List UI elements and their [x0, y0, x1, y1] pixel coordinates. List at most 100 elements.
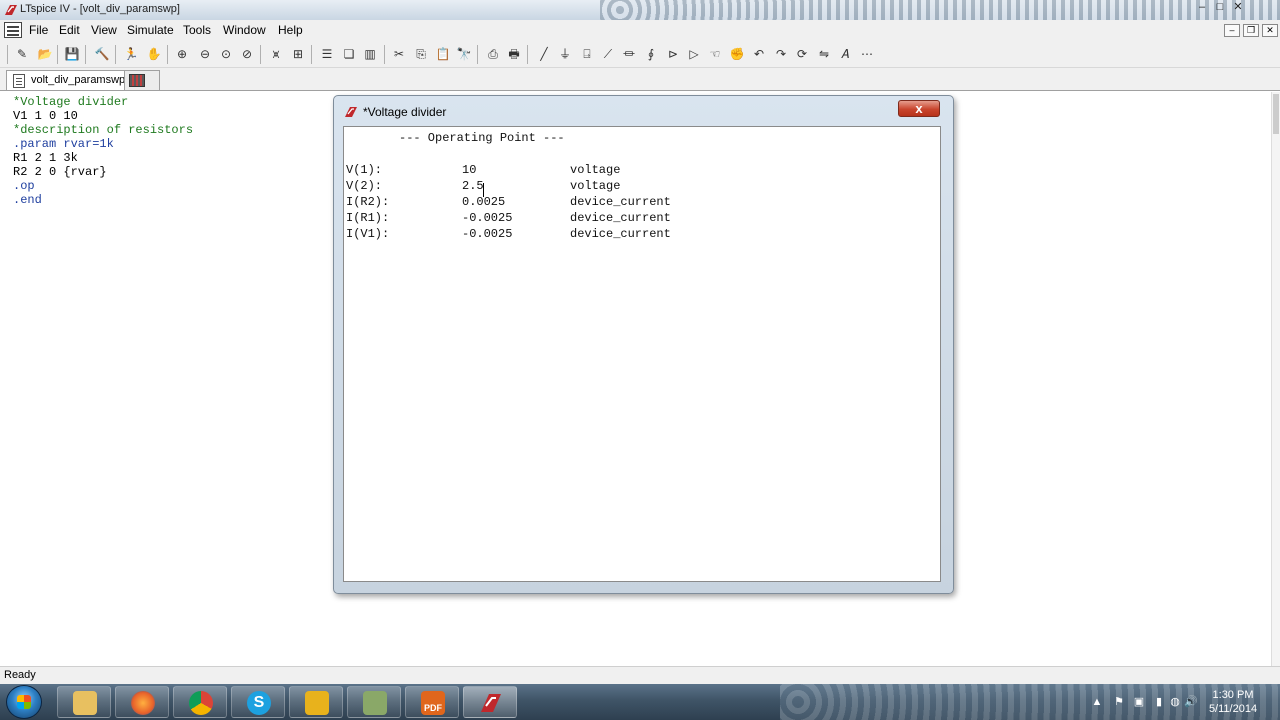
- toolbar-separator: [167, 45, 168, 64]
- output-window-close-button[interactable]: x: [898, 100, 940, 117]
- netlist-line: *Voltage divider: [13, 95, 129, 109]
- mdi-minimize-button[interactable]: –: [1224, 24, 1240, 37]
- zoom-cancel-icon[interactable]: ⊘: [238, 45, 256, 63]
- tile-horizontal-icon[interactable]: ☰: [318, 45, 336, 63]
- tile-vertical-icon[interactable]: ▥: [361, 45, 379, 63]
- toolbar-separator: [384, 45, 385, 64]
- find-icon[interactable]: 🔭: [455, 45, 473, 63]
- status-bar: Ready: [0, 666, 1280, 684]
- menu-view[interactable]: View: [91, 23, 117, 37]
- battery-icon[interactable]: ▮: [1152, 695, 1166, 709]
- op-row-value: 10: [462, 163, 477, 177]
- taskbar-ltspice[interactable]: [463, 686, 517, 718]
- show-hidden-icons-icon[interactable]: ▲: [1090, 695, 1104, 709]
- document-menu-icon[interactable]: [4, 22, 22, 38]
- component-icon[interactable]: ▷: [685, 45, 703, 63]
- minimize-button[interactable]: –: [1194, 1, 1210, 15]
- operating-point-text[interactable]: --- Operating Point --- V(1): 10 voltage…: [343, 126, 941, 582]
- flag-icon[interactable]: ⚑: [1112, 695, 1126, 709]
- vertical-scrollbar[interactable]: [1271, 92, 1280, 666]
- firefox-icon: [131, 691, 155, 715]
- ltspice-logo-icon: [481, 694, 501, 712]
- text-cursor: [483, 183, 484, 197]
- zoom-out-icon[interactable]: ⊖: [196, 45, 214, 63]
- menu-simulate[interactable]: Simulate: [127, 23, 174, 37]
- taskbar-firefox[interactable]: [115, 686, 169, 718]
- menu-tools[interactable]: Tools: [183, 23, 211, 37]
- menu-file[interactable]: File: [29, 23, 48, 37]
- ltspice-logo-icon: [345, 107, 357, 117]
- halt-icon[interactable]: ✋: [145, 45, 163, 63]
- print-preview-icon[interactable]: ⎙: [484, 45, 502, 63]
- redo-icon[interactable]: ↷: [772, 45, 790, 63]
- ground-icon[interactable]: ⏚: [556, 45, 574, 63]
- menu-help[interactable]: Help: [278, 23, 303, 37]
- op-row-value: 2.5: [462, 179, 484, 193]
- close-button[interactable]: ✕: [1230, 1, 1246, 15]
- taskbar-explorer[interactable]: [57, 686, 111, 718]
- inductor-icon[interactable]: ∮: [642, 45, 660, 63]
- autorange-icon[interactable]: ⩙: [267, 45, 285, 63]
- wire-icon[interactable]: ╱: [535, 45, 553, 63]
- tab-plot[interactable]: [124, 70, 160, 90]
- document-tab-bar: volt_div_paramswp: [0, 68, 1280, 91]
- taskbar-app-yellow[interactable]: [289, 686, 343, 718]
- run-icon[interactable]: 🏃: [122, 45, 140, 63]
- resistor-icon[interactable]: ⏛: [620, 45, 638, 63]
- toolbar-separator: [311, 45, 312, 64]
- op-row-name: I(V1):: [346, 227, 390, 241]
- copy-icon[interactable]: ⎘: [412, 45, 430, 63]
- move-icon[interactable]: ☜: [706, 45, 724, 63]
- op-row-name: I(R2):: [346, 195, 390, 209]
- zoom-in-icon[interactable]: ⊕: [173, 45, 191, 63]
- book-icon: [363, 691, 387, 715]
- volume-icon[interactable]: 🔊: [1184, 695, 1198, 709]
- menu-edit[interactable]: Edit: [59, 23, 80, 37]
- mdi-close-button[interactable]: ✕: [1262, 24, 1278, 37]
- netlist-line: R2 2 0 {rvar}: [13, 165, 107, 179]
- menu-window[interactable]: Window: [223, 23, 266, 37]
- maximize-button[interactable]: □: [1212, 1, 1228, 15]
- control-panel-icon[interactable]: 🔨: [93, 45, 111, 63]
- open-schematic-icon[interactable]: ✎: [13, 45, 31, 63]
- cut-icon[interactable]: ✂: [390, 45, 408, 63]
- print-icon[interactable]: 🖶: [505, 45, 523, 63]
- taskbar-chrome[interactable]: [173, 686, 227, 718]
- menu-bar: File Edit View Simulate Tools Window Hel…: [0, 20, 1280, 41]
- toolbar-separator: [85, 45, 86, 64]
- text-icon[interactable]: 𝐴: [836, 45, 854, 63]
- taskbar-skype[interactable]: S: [231, 686, 285, 718]
- rotate-icon[interactable]: ⟳: [793, 45, 811, 63]
- puzzle-icon: [305, 691, 329, 715]
- undo-icon[interactable]: ↶: [750, 45, 768, 63]
- clock-date: 5/11/2014: [1208, 703, 1258, 715]
- paste-icon[interactable]: 📋: [434, 45, 452, 63]
- network-icon[interactable]: ◍: [1168, 695, 1182, 709]
- capacitor-icon[interactable]: ⟋: [599, 45, 617, 63]
- start-button[interactable]: [6, 685, 42, 719]
- diode-icon[interactable]: ⊳: [664, 45, 682, 63]
- autoscale-icon[interactable]: ⊞: [289, 45, 307, 63]
- operating-point-window[interactable]: *Voltage divider x --- Operating Point -…: [333, 95, 954, 594]
- scrollbar-thumb[interactable]: [1273, 94, 1279, 134]
- label-net-icon[interactable]: ⍈: [578, 45, 596, 63]
- toolbar-separator: [527, 45, 528, 64]
- cascade-icon[interactable]: ❏: [340, 45, 358, 63]
- drag-icon[interactable]: ✊: [728, 45, 746, 63]
- mdi-restore-button[interactable]: ❐: [1243, 24, 1259, 37]
- netlist-icon: [13, 74, 25, 88]
- pdf-icon: PDF: [421, 691, 445, 715]
- device-icon[interactable]: ▣: [1132, 695, 1146, 709]
- taskbar-app-green[interactable]: [347, 686, 401, 718]
- zoom-fit-icon[interactable]: ⊙: [217, 45, 235, 63]
- netlist-line: .op: [13, 179, 35, 193]
- op-row-kind: voltage: [570, 163, 621, 177]
- taskbar-pdf[interactable]: PDF: [405, 686, 459, 718]
- save-icon[interactable]: 💾: [63, 45, 81, 63]
- spice-directive-icon[interactable]: ⋯: [858, 45, 876, 63]
- open-file-icon[interactable]: 📂: [36, 45, 54, 63]
- toolbar-grip: [7, 45, 8, 64]
- system-clock[interactable]: 1:30 PM 5/11/2014: [1200, 688, 1266, 716]
- mirror-icon[interactable]: ⇋: [815, 45, 833, 63]
- tab-volt-div-paramswp[interactable]: volt_div_paramswp: [6, 70, 133, 90]
